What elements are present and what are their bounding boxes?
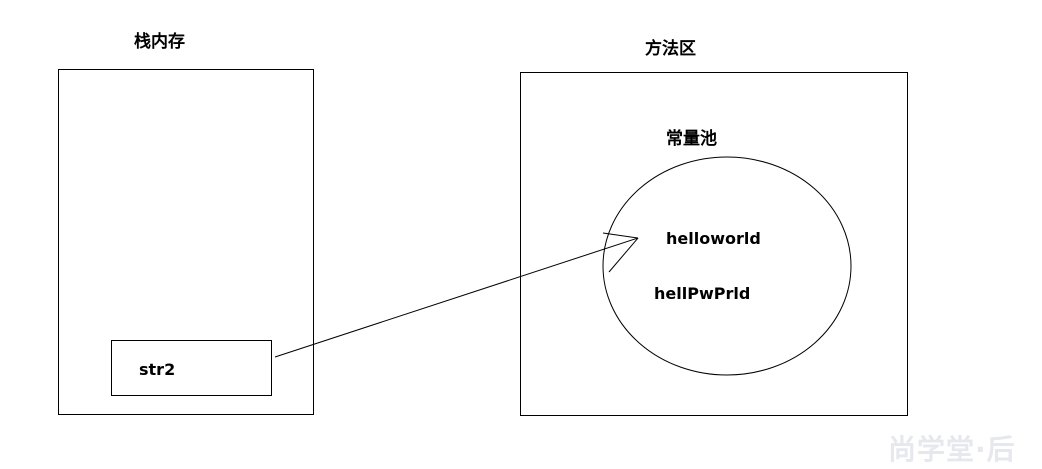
reference-arrow — [274, 232, 639, 358]
watermark-logo: 尚学堂·后 — [888, 433, 1016, 466]
stack-memory-box — [58, 69, 314, 415]
constant-pool-title: 常量池 — [666, 129, 717, 149]
stack-memory-title: 栈内存 — [134, 32, 185, 52]
method-area-title: 方法区 — [645, 39, 696, 59]
memory-diagram — [58, 69, 908, 416]
constant-pool-item-hellpwprld: hellPwPrld — [654, 284, 751, 303]
constant-pool-ellipse — [602, 156, 852, 376]
str2-label: str2 — [139, 360, 176, 379]
reference-arrow-shaft — [274, 237, 639, 358]
constant-pool-item-helloworld: helloworld — [666, 229, 761, 248]
str2-variable-box — [111, 340, 272, 396]
